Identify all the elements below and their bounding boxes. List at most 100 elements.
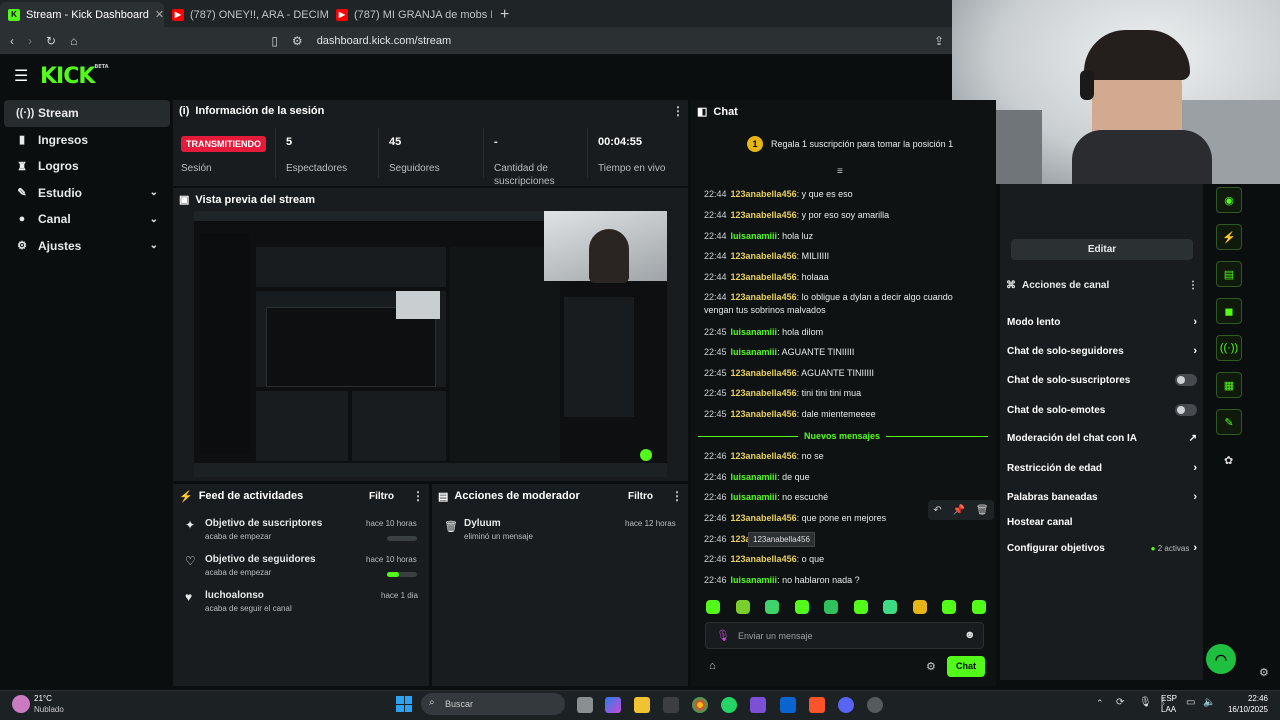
chat-settings-icon[interactable]: ⚙ [926, 660, 936, 673]
chat-message[interactable]: 22:45 luisanamiii: hola dilom [704, 326, 960, 339]
chat-message[interactable]: 22:46 luisanamiii: no escuché [704, 491, 960, 504]
send-chat-button[interactable]: Chat [947, 656, 985, 677]
bolt-icon[interactable]: ⚡ [1216, 224, 1242, 250]
chat-message[interactable]: 22:44 123anabella456: holaaa [704, 271, 960, 284]
chat-username[interactable]: 123anabella456 [731, 513, 797, 523]
teams-icon[interactable] [750, 697, 766, 713]
emote-icon[interactable] [794, 600, 809, 614]
chat-message[interactable]: 22:46 luisanamiii: de que [704, 471, 960, 484]
broadcast-icon[interactable]: ((·)) [1216, 335, 1242, 361]
taskbar-search[interactable]: ⌕ Buscar [421, 693, 565, 715]
url-field[interactable]: dashboard.kick.com/stream [317, 35, 452, 47]
emote-icon[interactable] [853, 600, 868, 614]
pin-icon[interactable]: 📌 [953, 505, 965, 516]
chat-username[interactable]: 123anabella456 [731, 251, 797, 261]
pinned-collapse-icon[interactable]: ≡ [837, 166, 843, 177]
filter-button[interactable]: Filtro [628, 491, 653, 502]
menu-icon[interactable]: ☰ [14, 66, 28, 86]
store-icon[interactable] [663, 697, 679, 713]
toggle-switch[interactable] [1175, 374, 1197, 386]
outlook-icon[interactable] [780, 697, 796, 713]
chat-message[interactable]: 22:46 luisanamiii: no hablaron nada ? [704, 574, 960, 587]
chrome-icon[interactable] [692, 697, 708, 713]
emote-icon[interactable] [706, 600, 720, 614]
browser-tab[interactable]: ▶ (787) ONEY!!, ARA - DECIME CUAL FU [164, 2, 328, 27]
chat-username[interactable]: 123anabella456 [731, 210, 797, 220]
reload-icon[interactable]: ↻ [46, 34, 56, 48]
discord-icon[interactable] [838, 697, 854, 713]
chat-message[interactable]: 22:45 123anabella456: tini tini tini mua [704, 387, 960, 400]
emote-icon[interactable] [942, 600, 957, 614]
task-view-icon[interactable] [577, 697, 593, 713]
back-icon[interactable]: ‹ [10, 34, 14, 48]
file-explorer-icon[interactable] [634, 697, 650, 713]
chat-username[interactable]: 123anabella456 [731, 388, 797, 398]
reply-icon[interactable]: ↶ [933, 505, 941, 516]
home-icon[interactable]: ⌂ [70, 34, 77, 48]
camera-icon[interactable]: ◉ [1216, 187, 1242, 213]
sidebar-item-estudio[interactable]: ✎ Estudio ⌄ [4, 180, 170, 207]
close-tab-icon[interactable]: ✕ [155, 8, 164, 21]
emote-icon[interactable] [824, 600, 839, 614]
channel-action-hostear[interactable]: Hostear canal [1007, 517, 1197, 528]
sidebar-item-canal[interactable]: ● Canal ⌄ [4, 206, 170, 233]
emote-icon[interactable] [971, 600, 986, 614]
obs-icon[interactable] [867, 697, 883, 713]
browser-tab[interactable]: ▶ (787) MI GRANJA de mobs NO funcio [328, 2, 492, 27]
sidebar-item-logros[interactable]: ♜ Logros [4, 153, 170, 180]
chat-username[interactable]: luisanamiii [731, 347, 778, 357]
layout-icon[interactable]: ▦ [1216, 372, 1242, 398]
more-options-icon[interactable]: ⋮ [412, 489, 424, 503]
chat-username[interactable]: luisanamiii [731, 231, 778, 241]
windows-start-icon[interactable] [396, 696, 412, 712]
clock-time[interactable]: 22:46 [1224, 694, 1268, 703]
channel-action-restriccion-edad[interactable]: Restricción de edad › [1007, 462, 1197, 474]
mic-icon[interactable]: 🎙 [1139, 697, 1152, 708]
channel-action-solo-suscriptores[interactable]: Chat de solo-suscriptores [1007, 374, 1197, 386]
chat-message[interactable]: 22:45 123anabella456: AGUANTE TINIIIII [704, 367, 960, 380]
forward-icon[interactable]: › [28, 34, 32, 48]
stream-preview-video[interactable] [194, 211, 667, 477]
channel-action-moderacion-ia[interactable]: Moderación del chat con IA ↗ [1007, 433, 1197, 444]
chat-message[interactable]: 22:44 123anabella456: y por eso soy amari… [704, 209, 960, 222]
chat-message[interactable]: 22:46 123anabella456: o que [704, 553, 960, 566]
chat-username[interactable]: 123anabella456 [731, 189, 797, 199]
mod-user[interactable]: Dyluum [464, 518, 501, 529]
chat-username[interactable]: 123anabella456 [731, 292, 797, 302]
channel-action-solo-seguidores[interactable]: Chat de solo-seguidores › [1007, 345, 1197, 357]
sync-icon[interactable]: ⟳ [1116, 697, 1124, 708]
chat-icon[interactable]: ◼ [1216, 298, 1242, 324]
settings-icon[interactable]: ✿ [1224, 454, 1233, 467]
sidebar-item-stream[interactable]: ((·)) Stream [4, 100, 170, 127]
weather-temp[interactable]: 21°C [34, 694, 52, 703]
edit-button[interactable]: Editar [1011, 239, 1193, 260]
chat-message[interactable]: 22:45 123anabella456: dale mientemeeee [704, 408, 960, 421]
more-options-icon[interactable]: ⋮ [1188, 280, 1198, 291]
bookmark-icon[interactable]: ▯ [271, 34, 278, 48]
channel-action-objetivos[interactable]: Configurar objetivos ● 2 activas › [1007, 542, 1197, 554]
brave-icon[interactable] [809, 697, 825, 713]
volume-icon[interactable]: 🔈 [1203, 697, 1215, 708]
emote-icon[interactable] [765, 600, 780, 614]
channel-action-solo-emotes[interactable]: Chat de solo-emotes [1007, 404, 1197, 416]
emote-icon[interactable] [912, 600, 927, 614]
chat-message[interactable]: 22:44 luisanamiii: hola luz [704, 230, 960, 243]
chat-message[interactable]: 22:46 123anabella456: no se [704, 450, 960, 463]
chat-username[interactable]: luisanamiii [731, 492, 778, 502]
document-icon[interactable]: ▤ [1216, 261, 1242, 287]
chat-username[interactable]: 123anabella456 [731, 554, 797, 564]
more-options-icon[interactable]: ⋮ [671, 489, 683, 503]
chat-username[interactable]: 123anabella456 [731, 368, 797, 378]
chat-message[interactable]: 22:44 123anabella456: lo obligue a dylan … [704, 291, 960, 317]
whatsapp-icon[interactable] [721, 697, 737, 713]
more-options-icon[interactable]: ⋮ [672, 104, 684, 118]
chat-message[interactable]: 22:46 123anabella456: que pone en mejores [704, 512, 960, 525]
emoji-icon[interactable]: ☻ [964, 629, 976, 641]
support-icon[interactable]: ◠ [1206, 644, 1236, 674]
chat-message[interactable]: 22:45 luisanamiii: AGUANTE TINIIIII [704, 346, 960, 359]
feed-item-user[interactable]: luchoalonso [205, 590, 264, 601]
emote-icon[interactable] [735, 600, 750, 614]
gear-icon[interactable]: ⚙ [1259, 666, 1269, 679]
chat-username[interactable]: luisanamiii [731, 472, 778, 482]
chat-message[interactable]: 22:44 123anabella456: y que es eso [704, 188, 960, 201]
